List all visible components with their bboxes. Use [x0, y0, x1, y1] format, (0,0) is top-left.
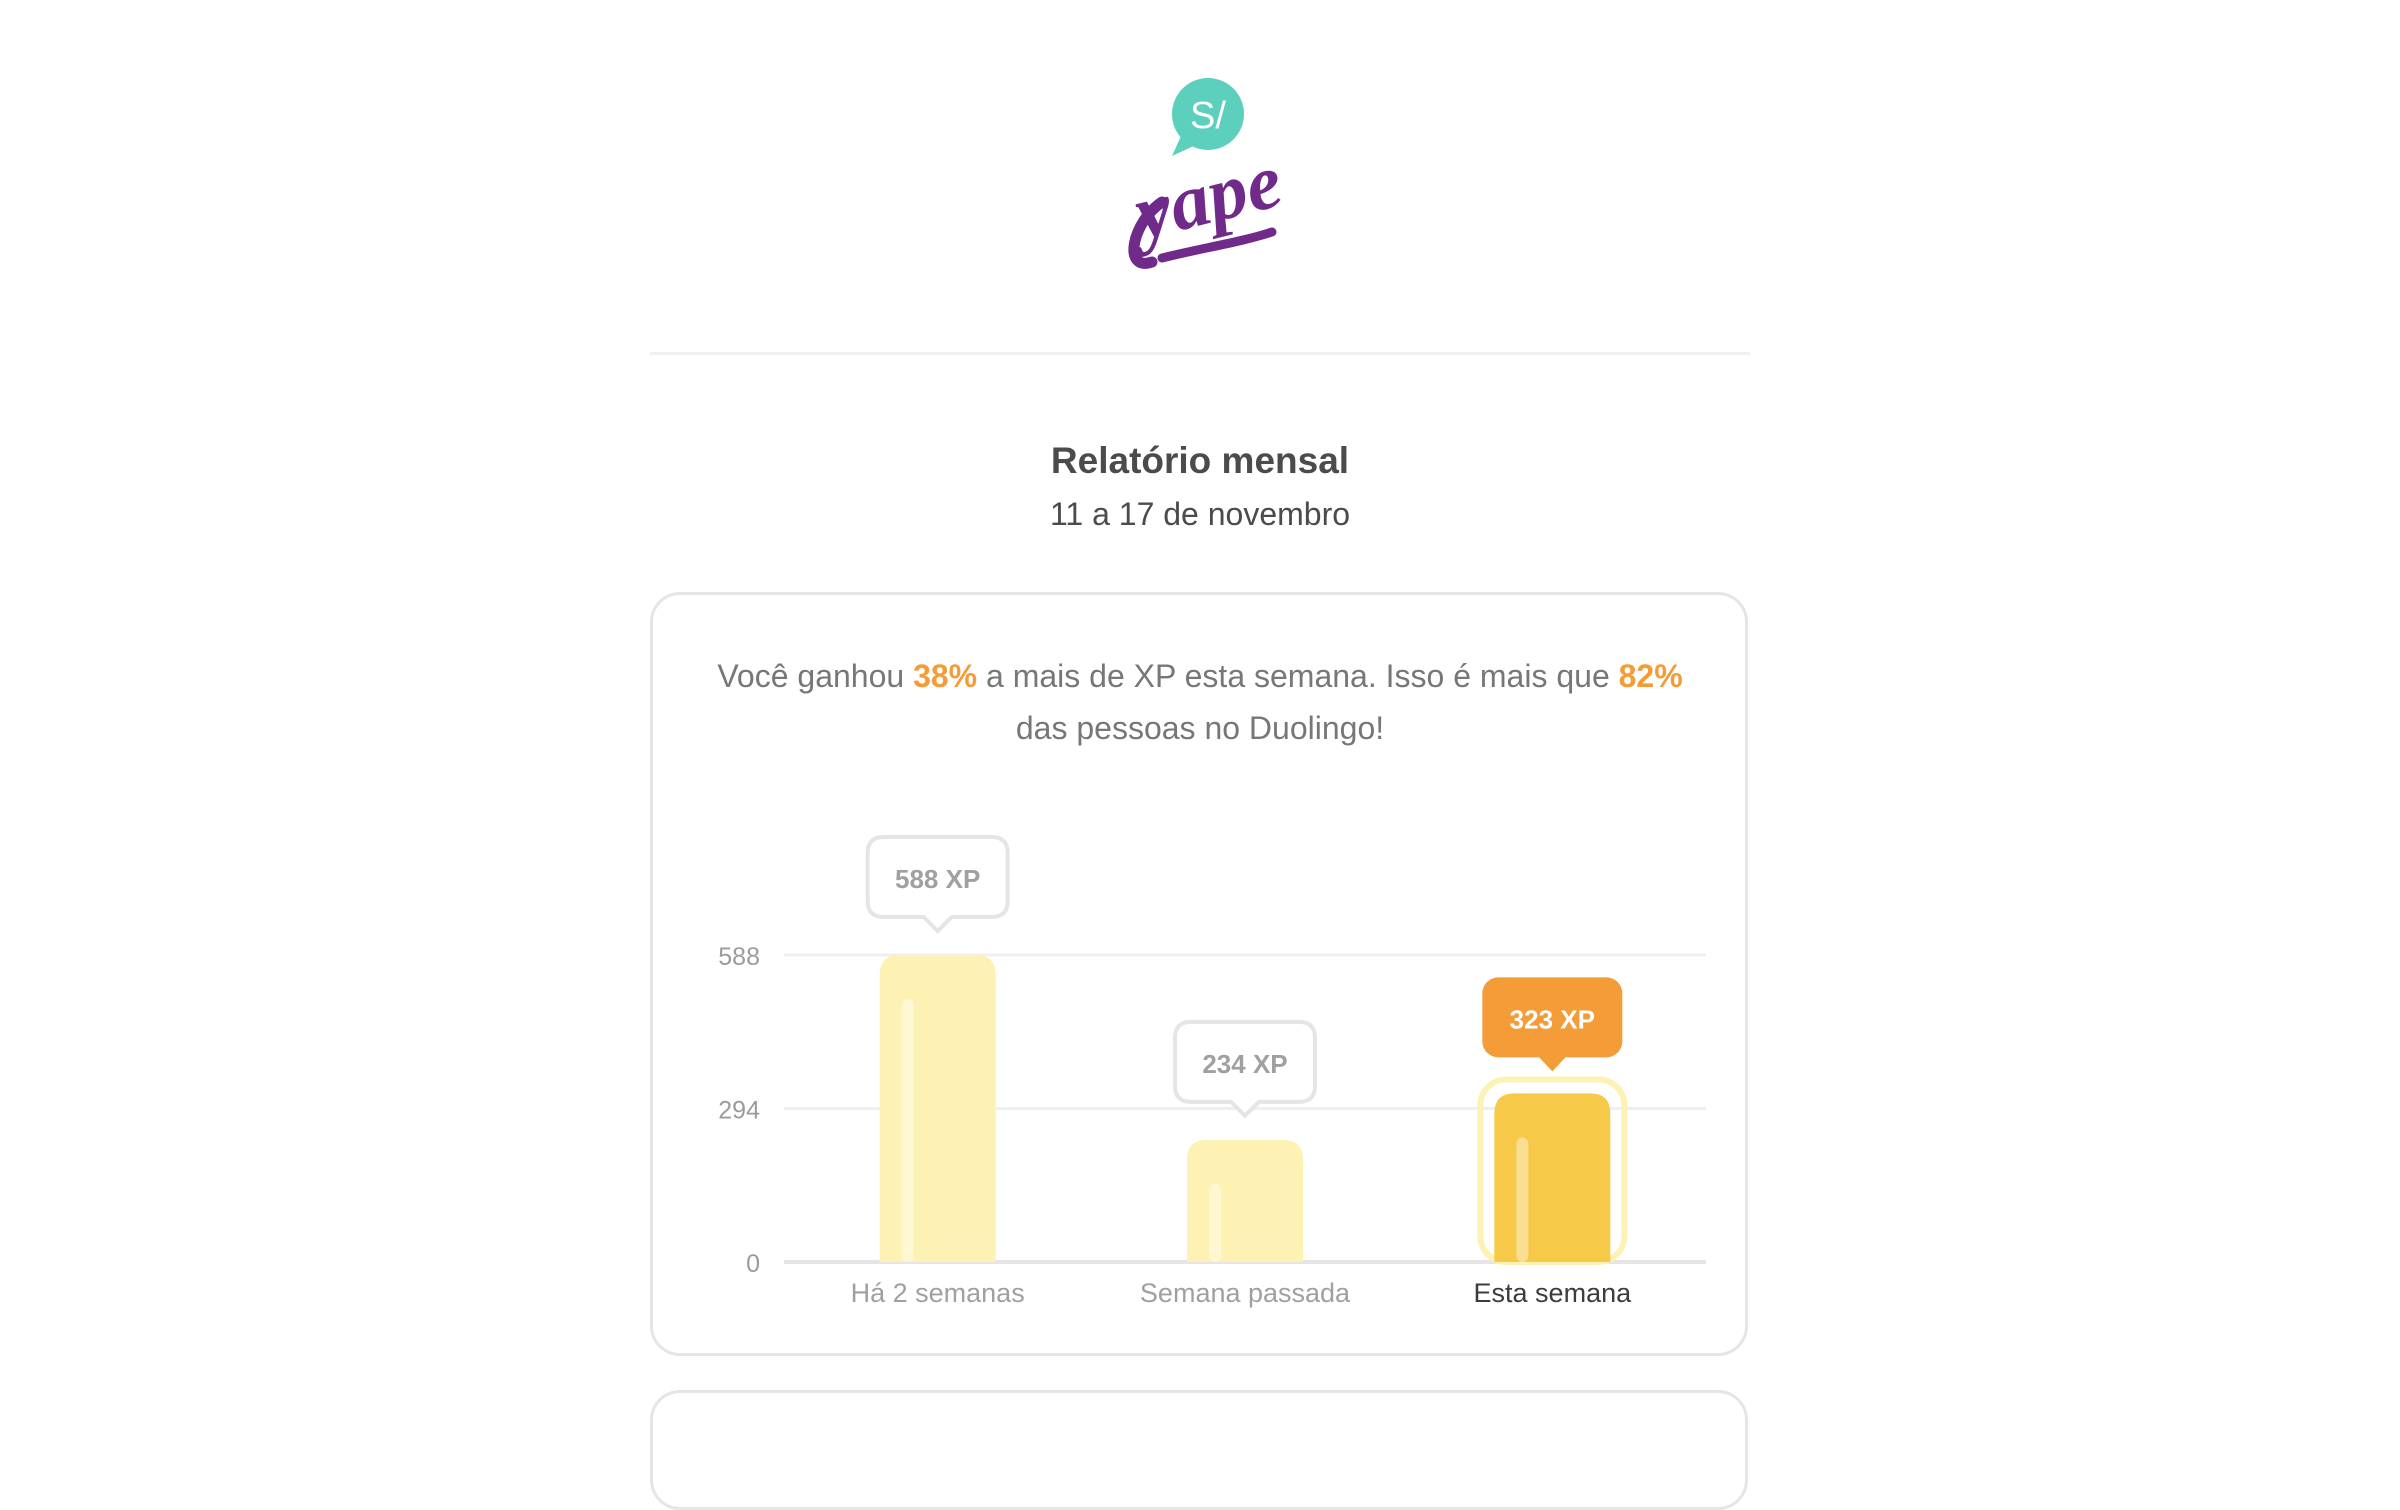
x-category-label: Semana passada — [1140, 1278, 1351, 1308]
bar — [879, 955, 996, 1262]
y-tick-label: 0 — [746, 1250, 760, 1278]
x-category-label: Esta semana — [1474, 1278, 1633, 1308]
x-category-label: Há 2 semanas — [851, 1278, 1025, 1308]
bar-value-label: 323 XP — [1510, 1004, 1595, 1034]
bar-shine — [1209, 1183, 1221, 1262]
y-tick-label: 294 — [718, 1097, 760, 1125]
xp-bar-chart: 0 294 588 588 XP Há 2 semanas 234 XP Semana pa… — [718, 835, 1706, 1308]
bar-shine — [901, 999, 914, 1262]
tooltip-pointer — [1538, 1056, 1567, 1072]
bar-shine — [1516, 1137, 1529, 1262]
bar-value-label: 588 XP — [895, 864, 980, 894]
y-tick-label: 588 — [718, 943, 760, 971]
bar-value-label: 234 XP — [1202, 1049, 1287, 1079]
bar — [1187, 1139, 1303, 1262]
bar — [1494, 1093, 1611, 1262]
